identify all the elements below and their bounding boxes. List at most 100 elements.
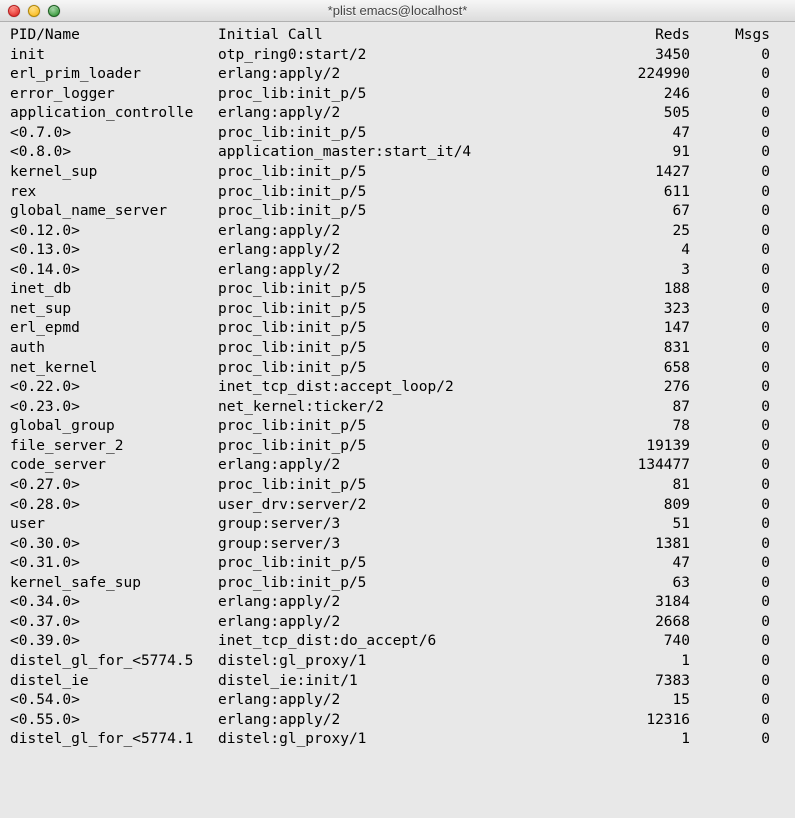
table-row[interactable]: kernel_supproc_lib:init_p/514270 bbox=[10, 163, 785, 183]
cell-msgs: 0 bbox=[690, 300, 770, 320]
table-row[interactable]: kernel_safe_supproc_lib:init_p/5630 bbox=[10, 574, 785, 594]
cell-pid: code_server bbox=[10, 456, 218, 476]
cell-pid: net_kernel bbox=[10, 359, 218, 379]
cell-pid: <0.27.0> bbox=[10, 476, 218, 496]
cell-call: erlang:apply/2 bbox=[218, 104, 578, 124]
cell-msgs: 0 bbox=[690, 574, 770, 594]
table-row[interactable]: <0.7.0>proc_lib:init_p/5470 bbox=[10, 124, 785, 144]
cell-reds: 81 bbox=[578, 476, 690, 496]
cell-call: proc_lib:init_p/5 bbox=[218, 417, 578, 437]
cell-pid: error_logger bbox=[10, 85, 218, 105]
table-row[interactable]: global_name_serverproc_lib:init_p/5670 bbox=[10, 202, 785, 222]
table-row[interactable]: rexproc_lib:init_p/56110 bbox=[10, 183, 785, 203]
cell-msgs: 0 bbox=[690, 672, 770, 692]
cell-msgs: 0 bbox=[690, 222, 770, 242]
cell-call: erlang:apply/2 bbox=[218, 456, 578, 476]
table-row[interactable]: error_loggerproc_lib:init_p/52460 bbox=[10, 85, 785, 105]
cell-reds: 276 bbox=[578, 378, 690, 398]
cell-call: otp_ring0:start/2 bbox=[218, 46, 578, 66]
table-row[interactable]: authproc_lib:init_p/58310 bbox=[10, 339, 785, 359]
table-row[interactable]: <0.22.0>inet_tcp_dist:accept_loop/22760 bbox=[10, 378, 785, 398]
cell-msgs: 0 bbox=[690, 691, 770, 711]
table-row[interactable]: global_groupproc_lib:init_p/5780 bbox=[10, 417, 785, 437]
cell-msgs: 0 bbox=[690, 515, 770, 535]
cell-pid: global_group bbox=[10, 417, 218, 437]
cell-call: proc_lib:init_p/5 bbox=[218, 554, 578, 574]
table-row[interactable]: <0.8.0>application_master:start_it/4910 bbox=[10, 143, 785, 163]
cell-reds: 224990 bbox=[578, 65, 690, 85]
cell-pid: <0.14.0> bbox=[10, 261, 218, 281]
cell-reds: 19139 bbox=[578, 437, 690, 457]
cell-call: erlang:apply/2 bbox=[218, 711, 578, 731]
cell-msgs: 0 bbox=[690, 339, 770, 359]
cell-msgs: 0 bbox=[690, 163, 770, 183]
cell-pid: <0.8.0> bbox=[10, 143, 218, 163]
table-row[interactable]: <0.28.0>user_drv:server/28090 bbox=[10, 496, 785, 516]
cell-reds: 1427 bbox=[578, 163, 690, 183]
cell-reds: 15 bbox=[578, 691, 690, 711]
table-row[interactable]: <0.30.0>group:server/313810 bbox=[10, 535, 785, 555]
cell-reds: 63 bbox=[578, 574, 690, 594]
cell-msgs: 0 bbox=[690, 613, 770, 633]
cell-reds: 51 bbox=[578, 515, 690, 535]
cell-msgs: 0 bbox=[690, 319, 770, 339]
table-row[interactable]: distel_gl_for_<5774.1distel:gl_proxy/110 bbox=[10, 730, 785, 750]
table-row[interactable]: <0.34.0>erlang:apply/231840 bbox=[10, 593, 785, 613]
process-list[interactable]: PID/Name Initial Call Reds Msgs initotp_… bbox=[0, 22, 795, 754]
table-row[interactable]: file_server_2proc_lib:init_p/5191390 bbox=[10, 437, 785, 457]
cell-call: proc_lib:init_p/5 bbox=[218, 183, 578, 203]
cell-pid: distel_gl_for_<5774.1 bbox=[10, 730, 218, 750]
cell-reds: 188 bbox=[578, 280, 690, 300]
cell-pid: distel_gl_for_<5774.5 bbox=[10, 652, 218, 672]
cell-call: erlang:apply/2 bbox=[218, 222, 578, 242]
cell-call: proc_lib:init_p/5 bbox=[218, 300, 578, 320]
table-row[interactable]: <0.39.0>inet_tcp_dist:do_accept/67400 bbox=[10, 632, 785, 652]
cell-call: net_kernel:ticker/2 bbox=[218, 398, 578, 418]
table-row[interactable]: <0.27.0>proc_lib:init_p/5810 bbox=[10, 476, 785, 496]
table-row[interactable]: <0.23.0>net_kernel:ticker/2870 bbox=[10, 398, 785, 418]
table-row[interactable]: net_kernelproc_lib:init_p/56580 bbox=[10, 359, 785, 379]
table-row[interactable]: inet_dbproc_lib:init_p/51880 bbox=[10, 280, 785, 300]
table-row[interactable]: application_controlleerlang:apply/25050 bbox=[10, 104, 785, 124]
cell-reds: 831 bbox=[578, 339, 690, 359]
table-row[interactable]: usergroup:server/3510 bbox=[10, 515, 785, 535]
cell-call: erlang:apply/2 bbox=[218, 613, 578, 633]
cell-reds: 740 bbox=[578, 632, 690, 652]
table-row[interactable]: net_supproc_lib:init_p/53230 bbox=[10, 300, 785, 320]
table-row[interactable]: initotp_ring0:start/234500 bbox=[10, 46, 785, 66]
table-row[interactable]: distel_gl_for_<5774.5distel:gl_proxy/110 bbox=[10, 652, 785, 672]
cell-pid: kernel_sup bbox=[10, 163, 218, 183]
cell-pid: net_sup bbox=[10, 300, 218, 320]
cell-call: group:server/3 bbox=[218, 535, 578, 555]
cell-pid: kernel_safe_sup bbox=[10, 574, 218, 594]
table-row[interactable]: code_servererlang:apply/21344770 bbox=[10, 456, 785, 476]
table-row[interactable]: erl_prim_loadererlang:apply/22249900 bbox=[10, 65, 785, 85]
table-row[interactable]: <0.55.0>erlang:apply/2123160 bbox=[10, 711, 785, 731]
cell-pid: global_name_server bbox=[10, 202, 218, 222]
cell-reds: 611 bbox=[578, 183, 690, 203]
cell-pid: <0.37.0> bbox=[10, 613, 218, 633]
cell-msgs: 0 bbox=[690, 437, 770, 457]
table-row[interactable]: <0.13.0>erlang:apply/240 bbox=[10, 241, 785, 261]
cell-call: erlang:apply/2 bbox=[218, 261, 578, 281]
cell-pid: <0.13.0> bbox=[10, 241, 218, 261]
table-row[interactable]: <0.54.0>erlang:apply/2150 bbox=[10, 691, 785, 711]
table-row[interactable]: <0.31.0>proc_lib:init_p/5470 bbox=[10, 554, 785, 574]
cell-msgs: 0 bbox=[690, 183, 770, 203]
cell-reds: 246 bbox=[578, 85, 690, 105]
cell-reds: 91 bbox=[578, 143, 690, 163]
cell-call: proc_lib:init_p/5 bbox=[218, 319, 578, 339]
table-row[interactable]: <0.14.0>erlang:apply/230 bbox=[10, 261, 785, 281]
table-row[interactable]: <0.37.0>erlang:apply/226680 bbox=[10, 613, 785, 633]
cell-reds: 3184 bbox=[578, 593, 690, 613]
table-row[interactable]: distel_iedistel_ie:init/173830 bbox=[10, 672, 785, 692]
window-title: *plist emacs@localhost* bbox=[0, 3, 795, 18]
table-row[interactable]: erl_epmdproc_lib:init_p/51470 bbox=[10, 319, 785, 339]
cell-call: proc_lib:init_p/5 bbox=[218, 163, 578, 183]
cell-pid: erl_epmd bbox=[10, 319, 218, 339]
cell-msgs: 0 bbox=[690, 417, 770, 437]
table-row[interactable]: <0.12.0>erlang:apply/2250 bbox=[10, 222, 785, 242]
cell-reds: 47 bbox=[578, 124, 690, 144]
cell-pid: <0.22.0> bbox=[10, 378, 218, 398]
cell-pid: file_server_2 bbox=[10, 437, 218, 457]
